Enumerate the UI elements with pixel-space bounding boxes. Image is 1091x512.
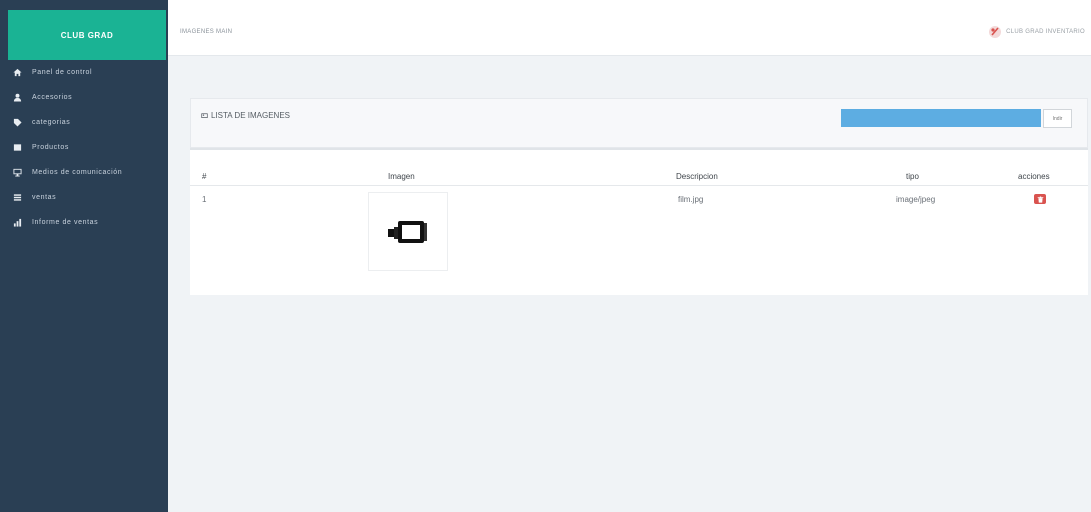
table-header: # Imagen Descripcion tipo acciones [190,168,1088,186]
image-thumbnail[interactable] [368,192,448,271]
tag-icon [12,118,22,128]
user-icon [12,93,22,103]
row-descripcion: film.jpg [678,195,704,204]
panel-header: LISTA DE IMAGENES Indir [190,98,1088,148]
sidebar-item-categorias[interactable]: categorias [0,110,168,135]
search-button[interactable]: Indir [1043,109,1072,128]
home-icon [12,68,22,78]
panel-title: LISTA DE IMAGENES [201,111,290,120]
main-content: LISTA DE IMAGENES Indir # Imagen Descrip… [168,56,1091,512]
search-input[interactable] [841,109,1041,127]
column-header-index: # [202,172,207,181]
top-bar: IMAGENES MAIN CLUB GRAD INVENTARIO [168,10,1091,56]
avatar-icon [989,26,1002,38]
panel-title-text: LISTA DE IMAGENES [211,111,290,120]
sidebar-item-label: ventas [32,194,57,201]
row-tipo: image/jpeg [896,195,936,204]
column-header-acciones: acciones [1018,172,1050,181]
sidebar-item-productos[interactable]: Productos [0,135,168,160]
sidebar-item-label: Panel de control [32,69,93,76]
film-roll-icon [388,220,427,243]
sidebar-item-label: categorias [32,119,71,126]
sidebar-item-label: Informe de ventas [32,219,99,226]
column-header-imagen: Imagen [388,172,415,181]
sidebar-item-accesorios[interactable]: Accesorios [0,85,168,110]
brand-logo[interactable]: CLUB GRAD [8,10,166,60]
sidebar-item-informe-de-ventas[interactable]: Informe de ventas [0,210,168,235]
column-header-tipo: tipo [906,172,919,181]
sidebar-item-ventas[interactable]: ventas [0,185,168,210]
user-name: CLUB GRAD INVENTARIO [1006,29,1085,35]
images-table: # Imagen Descripcion tipo acciones 1 fil… [190,148,1088,295]
sidebar-item-label: Accesorios [32,94,73,101]
bar-chart-icon [12,218,22,228]
sidebar: CLUB GRAD Panel de control Accesorios ca… [0,0,168,512]
sidebar-item-label: Productos [32,144,69,151]
breadcrumb: IMAGENES MAIN [180,29,233,35]
column-header-descripcion: Descripcion [676,172,718,181]
monitor-icon [12,168,22,178]
delete-icon [1037,196,1043,203]
sidebar-item-medios-de-comunicacion[interactable]: Medios de comunicación [0,160,168,185]
sidebar-item-panel-de-control[interactable]: Panel de control [0,60,168,85]
sidebar-item-label: Medios de comunicación [32,169,123,176]
user-menu[interactable]: CLUB GRAD INVENTARIO [988,25,1085,39]
row-index: 1 [202,195,207,204]
list-icon [12,193,22,203]
delete-button[interactable] [1034,194,1046,204]
sidebar-nav: Panel de control Accesorios categorias P… [0,60,168,235]
box-icon [12,143,22,153]
image-icon [201,113,208,118]
